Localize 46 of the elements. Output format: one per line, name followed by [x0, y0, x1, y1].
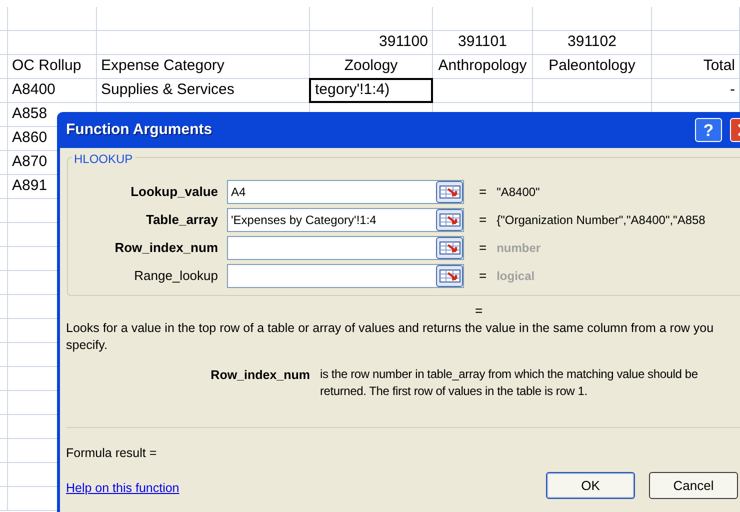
- equals-sign: =: [479, 211, 487, 230]
- equals-sign: =: [479, 239, 487, 258]
- table-cell[interactable]: 391102: [533, 31, 651, 54]
- table-cell[interactable]: Supplies & Services: [97, 79, 309, 102]
- table-cell[interactable]: Expense Category: [97, 55, 309, 78]
- function-description: Looks for a value in the top row of a table or array of values and returns the value in the same column from a row you specify.: [66, 320, 715, 354]
- argument-field[interactable]: [227, 264, 464, 288]
- help-button[interactable]: ?: [695, 118, 722, 142]
- argument-result: number: [496, 240, 541, 257]
- argument-label: Lookup_value: [130, 183, 218, 202]
- formula-result: Formula result =: [66, 445, 157, 462]
- table-cell[interactable]: OC Rollup: [8, 55, 96, 78]
- table-cell[interactable]: Zoology: [310, 55, 432, 78]
- argument-field[interactable]: [227, 236, 464, 260]
- argument-field[interactable]: 'Expenses by Category'!1:4: [227, 208, 464, 232]
- range-select-button[interactable]: [436, 237, 463, 259]
- argument-label: Table_array: [144, 211, 218, 230]
- table-cell[interactable]: 391100: [310, 31, 432, 54]
- table-cell[interactable]: Total: [652, 55, 739, 78]
- dialog-button[interactable]: Cancel: [649, 472, 738, 499]
- argument-help-text: is the row number in table_array from which the matching value should be returned. The first row of values in the table is row 1.: [320, 366, 699, 400]
- range-select-icon: [438, 240, 460, 256]
- table-cell[interactable]: A8400: [8, 79, 96, 102]
- argument-result: {"Organization Number","A8400","A858: [496, 212, 706, 229]
- equals-sign: =: [479, 183, 487, 202]
- table-cell[interactable]: Paleontology: [533, 55, 651, 78]
- help-link[interactable]: Help on this function: [66, 479, 180, 498]
- table-cell[interactable]: Anthropology: [433, 55, 532, 78]
- range-select-icon: [438, 184, 460, 200]
- argument-help-name: Row_index_num: [210, 367, 310, 384]
- range-select-button[interactable]: [436, 181, 463, 203]
- equals-sign: =: [479, 267, 487, 286]
- table-cell[interactable]: 391101: [433, 31, 532, 54]
- argument-result: logical: [496, 268, 535, 285]
- range-select-button[interactable]: [436, 265, 463, 287]
- argument-label: Range_lookup: [133, 267, 218, 286]
- range-select-icon: [438, 268, 460, 284]
- range-select-icon: [438, 212, 460, 228]
- argument-result: "A8400": [496, 184, 540, 201]
- argument-field[interactable]: A4: [227, 180, 464, 204]
- argument-label: Row_index_num: [114, 239, 218, 258]
- active-cell[interactable]: tegory'!1:4): [309, 78, 433, 103]
- dialog-button[interactable]: OK: [546, 472, 635, 499]
- table-cell[interactable]: -: [652, 79, 739, 102]
- range-select-button[interactable]: [436, 209, 463, 231]
- function-result: =: [475, 302, 483, 320]
